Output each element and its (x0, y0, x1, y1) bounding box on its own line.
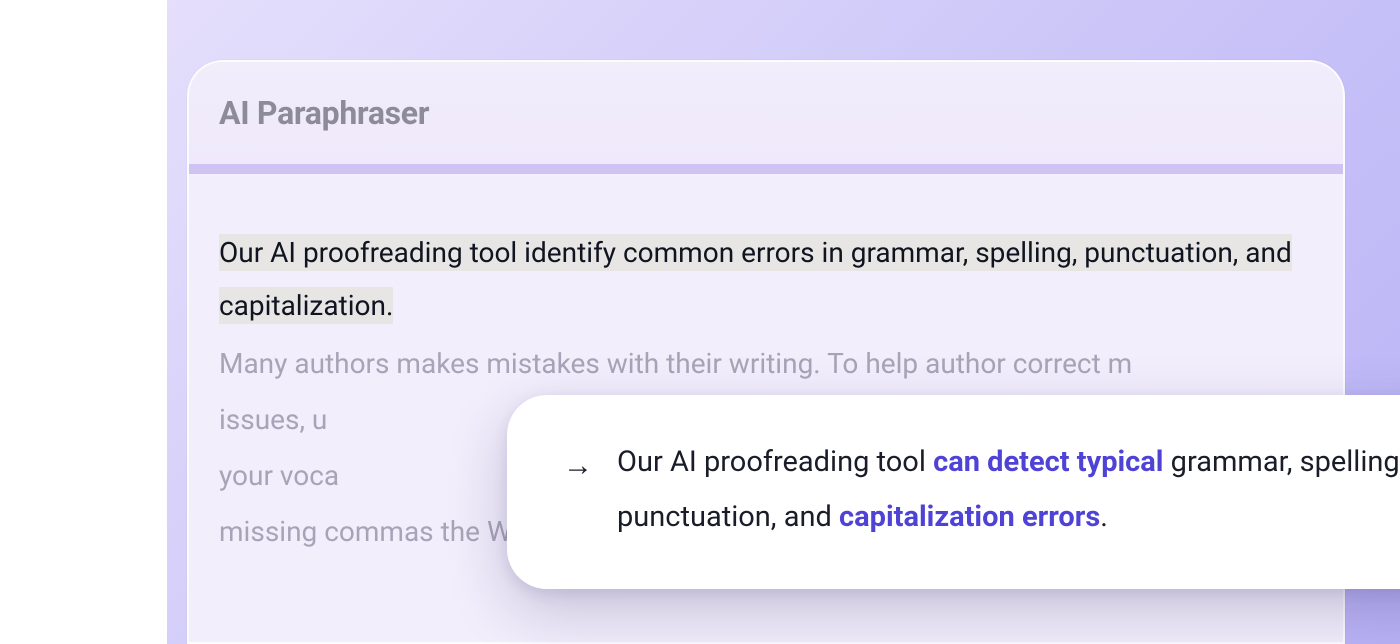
arrow-right-icon: → (563, 435, 593, 494)
suggestion-popup[interactable]: → Our AI proofreading tool can detect ty… (507, 395, 1400, 589)
titlebar: AI Paraphraser (189, 62, 1343, 174)
suggestion-prefix: Our AI proofreading tool (617, 445, 933, 479)
highlighted-sentence[interactable]: Our AI proofreading tool identify common… (219, 234, 1292, 324)
suggestion-change-2: capitalization errors (839, 500, 1100, 534)
background-gradient: AI Paraphraser Our AI proofreading tool … (167, 0, 1400, 644)
app-title: AI Paraphraser (219, 94, 429, 132)
suggestion-suffix: . (1100, 500, 1108, 534)
highlighted-text[interactable]: Our AI proofreading tool identify common… (219, 234, 1292, 324)
suggestion-change-1: can detect typical (933, 445, 1163, 479)
suggestion-text: Our AI proofreading tool can detect typi… (617, 435, 1400, 545)
